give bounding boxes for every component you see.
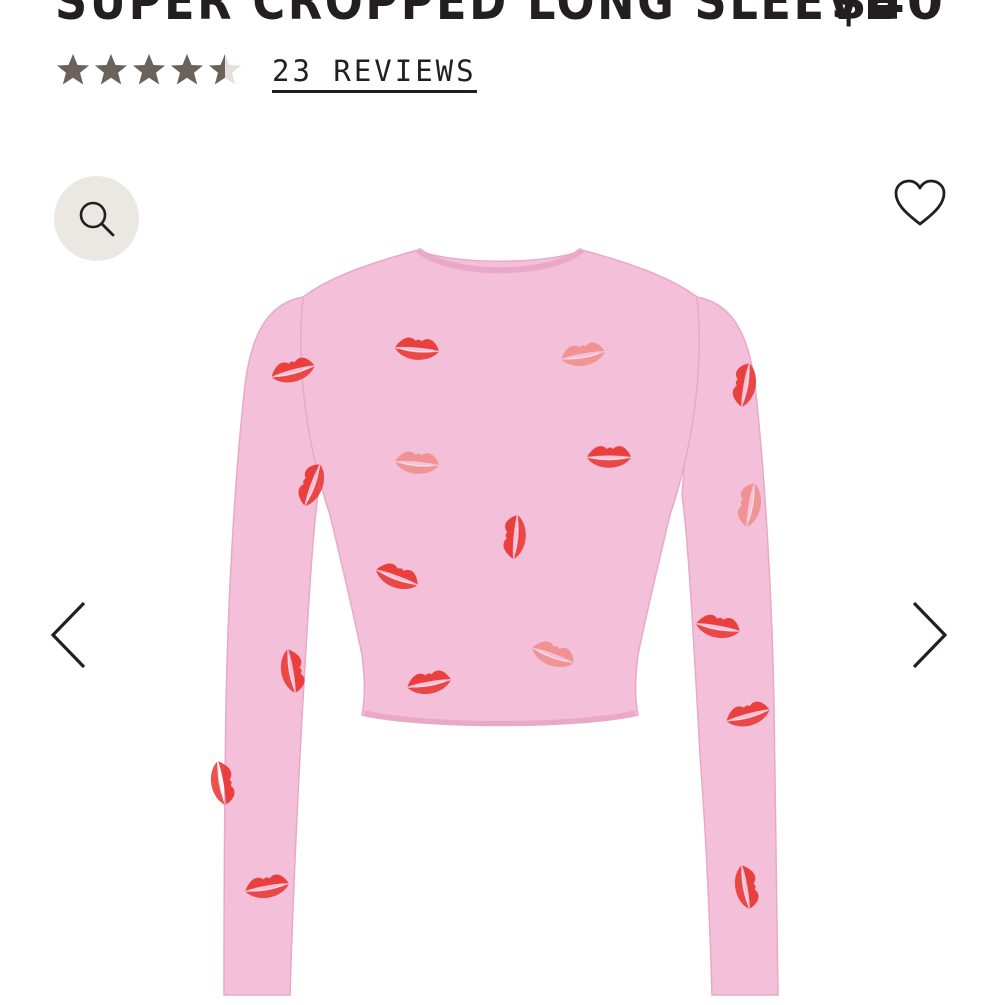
star-icon [133,54,165,85]
heart-icon [894,179,946,226]
shirt-body [300,249,700,727]
next-image-button[interactable] [910,600,950,670]
star-icon [171,54,203,85]
product-title: SUPER CROPPED LONG SLEEVE [55,0,897,32]
star-icon [95,54,127,85]
product-price: $40 [830,0,945,32]
right-sleeve [681,296,779,996]
wishlist-button[interactable] [893,178,947,228]
reviews-link[interactable]: 23 REVIEWS [272,54,477,93]
star-icon [209,54,241,85]
side-tag [638,675,644,693]
star-icon [57,54,89,85]
previous-image-button[interactable] [48,600,88,670]
chevron-left-icon [50,601,86,669]
product-image [200,235,800,1000]
chevron-right-icon [912,601,948,669]
magnifier-icon [79,201,114,236]
rating-stars [55,50,243,90]
zoom-button[interactable] [54,176,139,261]
